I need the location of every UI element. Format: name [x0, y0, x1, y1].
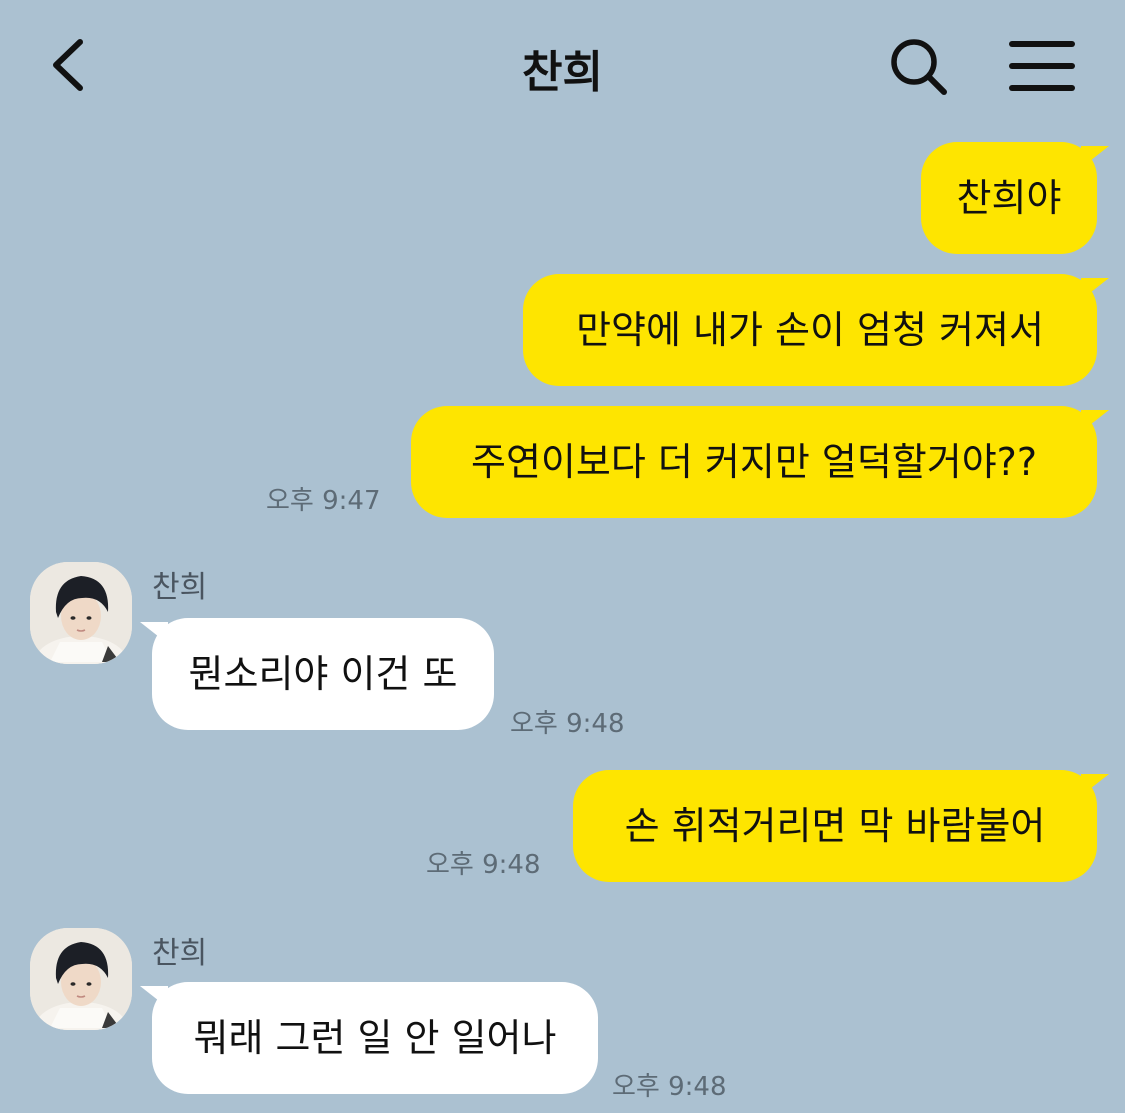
- menu-button[interactable]: [1004, 36, 1080, 96]
- bubble-tail: [140, 622, 168, 644]
- search-button[interactable]: [884, 32, 956, 104]
- avatar[interactable]: [30, 928, 132, 1030]
- message-text: 만약에 내가 손이 엄청 커져서: [576, 308, 1044, 352]
- bubble-tail: [1081, 774, 1109, 796]
- message-text: 뭔소리야 이건 또: [188, 652, 458, 696]
- message-text: 뭐래 그런 일 안 일어나: [193, 1016, 557, 1060]
- avatar[interactable]: [30, 562, 132, 664]
- chat-title: 찬희: [522, 47, 603, 98]
- message-timestamp: 오후 9:48: [426, 850, 541, 880]
- message-timestamp: 오후 9:48: [510, 709, 625, 739]
- sender-name: 찬희: [152, 936, 208, 971]
- message-text: 찬희야: [956, 176, 1062, 220]
- chat-header: 찬희: [0, 0, 1125, 130]
- message-text: 주연이보다 더 커지만 얼덕할거야??: [470, 440, 1038, 484]
- bubble-tail: [1081, 410, 1109, 432]
- profile-photo-icon: [30, 562, 132, 664]
- bubble-tail: [140, 986, 168, 1008]
- sender-name: 찬희: [152, 570, 208, 605]
- my-message-bubble[interactable]: 손 휘적거리면 막 바람불어: [573, 770, 1109, 882]
- profile-photo-icon: [30, 928, 132, 1030]
- search-icon: [891, 39, 947, 95]
- bubble-tail: [1081, 278, 1109, 300]
- friend-message-bubble[interactable]: 뭐래 그런 일 안 일어나: [140, 982, 598, 1094]
- bubble-tail: [1081, 146, 1109, 168]
- message-timestamp: 오후 9:48: [612, 1072, 727, 1102]
- message-text: 손 휘적거리면 막 바람불어: [624, 804, 1046, 848]
- chat-screen: 찬희 찬희야 만약에 내가 손이 엄청 커져서 주연이보다 더 커지만 얼덕할거…: [0, 0, 1125, 1113]
- my-message-bubble[interactable]: 주연이보다 더 커지만 얼덕할거야??: [411, 406, 1109, 518]
- my-message-bubble[interactable]: 만약에 내가 손이 엄청 커져서: [523, 274, 1109, 386]
- my-message-bubble[interactable]: 찬희야: [921, 142, 1109, 254]
- hamburger-menu-icon: [1009, 41, 1075, 91]
- message-timestamp: 오후 9:47: [266, 486, 381, 516]
- friend-message-bubble[interactable]: 뭔소리야 이건 또: [140, 618, 494, 730]
